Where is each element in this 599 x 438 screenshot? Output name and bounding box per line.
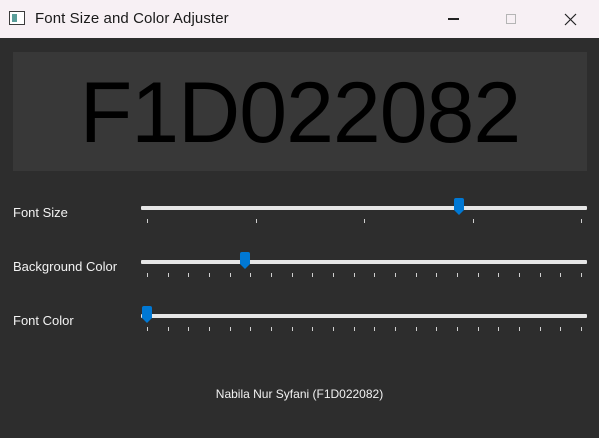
- slider-tick: [167, 327, 169, 331]
- font-size-label: Font Size: [13, 205, 68, 220]
- slider-tick: [560, 327, 562, 331]
- slider-tick: [415, 273, 417, 277]
- slider-tick: [291, 327, 293, 331]
- slider-tick: [364, 219, 365, 223]
- slider-tick: [147, 327, 148, 331]
- slider-tick: [539, 273, 541, 277]
- app-icon: [9, 11, 25, 25]
- slider-tick: [353, 273, 355, 277]
- slider-tick: [250, 327, 252, 331]
- slider-tick: [312, 273, 314, 277]
- slider-tick: [188, 273, 190, 277]
- slider-tick: [457, 327, 458, 331]
- slider-tick: [477, 273, 479, 277]
- slider-tick: [229, 327, 231, 331]
- slider-tick: [333, 273, 334, 277]
- minimize-button[interactable]: [430, 0, 476, 38]
- slider-tick: [209, 273, 210, 277]
- slider-tick: [477, 327, 479, 331]
- slider-tick: [395, 273, 396, 277]
- title-bar[interactable]: Font Size and Color Adjuster: [0, 0, 599, 38]
- font-color-slider[interactable]: [141, 301, 587, 331]
- slider-tick: [374, 273, 376, 277]
- slider-tick: [457, 273, 458, 277]
- slider-tick: [188, 327, 190, 331]
- background-color-slider[interactable]: [141, 247, 587, 277]
- slider-tick: [415, 327, 417, 331]
- background-color-label: Background Color: [13, 259, 118, 274]
- slider-tick: [271, 327, 272, 331]
- slider-tick: [519, 327, 520, 331]
- slider-tick: [472, 219, 474, 223]
- slider-tick: [374, 327, 376, 331]
- close-icon: [564, 13, 576, 25]
- slider-tick: [436, 327, 438, 331]
- slider-groove: [141, 314, 587, 318]
- font-color-label: Font Color: [13, 313, 74, 328]
- slider-tick: [395, 327, 396, 331]
- slider-tick: [581, 273, 582, 277]
- slider-tick: [581, 219, 582, 223]
- slider-tick: [539, 327, 541, 331]
- slider-tick: [209, 327, 210, 331]
- slider-tick: [519, 273, 520, 277]
- slider-tick: [436, 273, 438, 277]
- maximize-icon: [506, 14, 516, 24]
- window-title: Font Size and Color Adjuster: [35, 10, 229, 27]
- slider-tick: [291, 273, 293, 277]
- slider-tick: [250, 273, 252, 277]
- slider-tick: [255, 219, 257, 223]
- slider-groove: [141, 206, 587, 210]
- slider-tick: [581, 327, 582, 331]
- slider-tick: [271, 273, 272, 277]
- slider-handle[interactable]: [453, 198, 465, 215]
- slider-tick: [560, 273, 562, 277]
- slider-tick: [498, 327, 500, 331]
- footer-credit: Nabila Nur Syfani (F1D022082): [215, 387, 384, 401]
- preview-text: F1D022082: [79, 64, 521, 161]
- slider-groove: [141, 260, 587, 264]
- preview-display: F1D022082: [13, 52, 587, 171]
- font-size-slider[interactable]: [141, 193, 587, 223]
- slider-tick: [229, 273, 231, 277]
- slider-tick: [333, 327, 334, 331]
- slider-handle[interactable]: [239, 252, 251, 269]
- maximize-button[interactable]: [488, 0, 534, 38]
- minimize-icon: [447, 18, 459, 20]
- app-window: Font Size and Color Adjuster F1D022082 F…: [0, 0, 599, 438]
- slider-tick: [147, 273, 148, 277]
- slider-tick: [147, 219, 148, 223]
- slider-tick: [312, 327, 314, 331]
- slider-tick: [353, 327, 355, 331]
- slider-tick: [498, 273, 500, 277]
- close-button[interactable]: [547, 0, 593, 38]
- slider-handle[interactable]: [141, 306, 153, 323]
- slider-tick: [167, 273, 169, 277]
